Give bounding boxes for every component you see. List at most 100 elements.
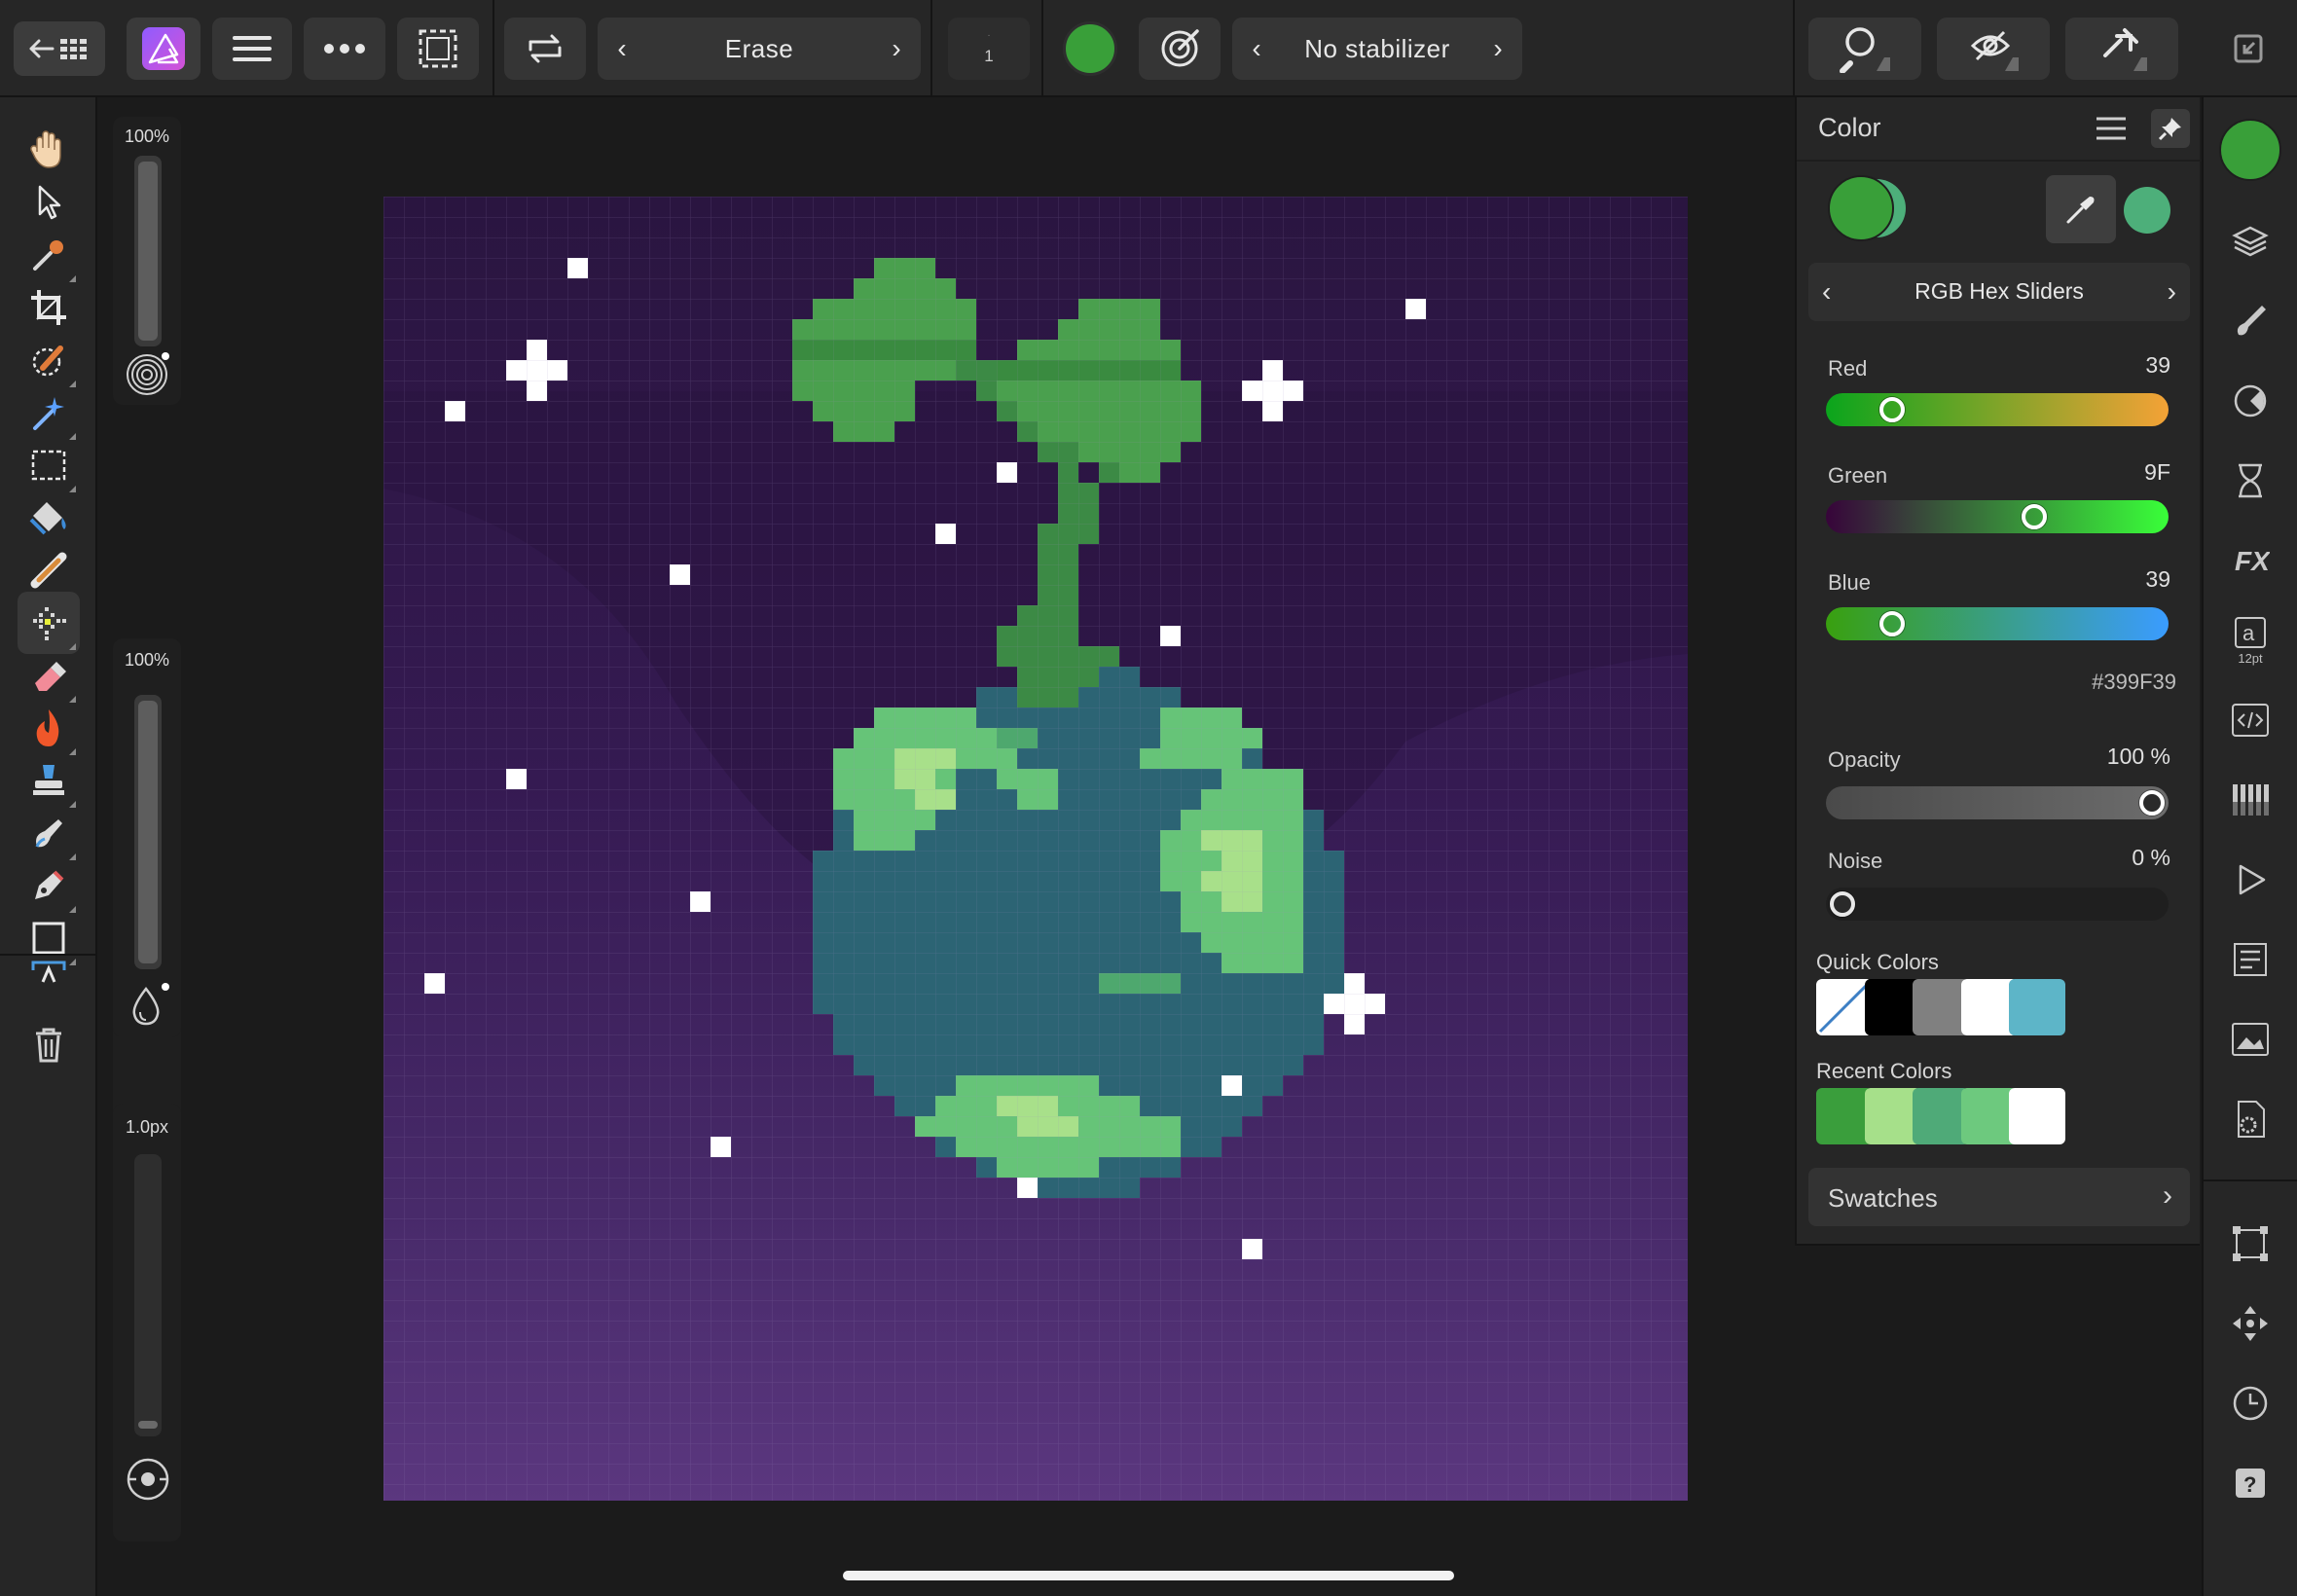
layers-studio-button[interactable]: [2219, 210, 2281, 272]
stock-studio-button[interactable]: [2219, 928, 2281, 991]
swatches-button[interactable]: Swatches ›: [1808, 1168, 2190, 1226]
blue-slider-knob[interactable]: [1878, 611, 1905, 636]
blue-slider-label: Blue: [1828, 570, 1872, 595]
color-mode-next-arrow[interactable]: ›: [2168, 276, 2176, 308]
noise-slider-knob[interactable]: [1830, 891, 1855, 917]
transform-studio-button[interactable]: [2219, 1008, 2281, 1070]
opacity-value[interactable]: 100 %: [2107, 744, 2170, 770]
color-studio-button[interactable]: [2219, 119, 2281, 181]
hamburger-icon: [233, 36, 272, 61]
green-slider-label: Green: [1828, 463, 1888, 488]
stabilizer-selector[interactable]: ‹ No stabilizer ›: [1232, 18, 1522, 80]
image-frame-icon: [2232, 1023, 2269, 1056]
layer-index-field[interactable]: · 1: [948, 18, 1030, 80]
top-toolbar: ‹ Erase › · 1 ‹ No stabilizer ›: [0, 0, 2297, 97]
green-slider[interactable]: [1826, 500, 2169, 533]
tools-divider: [0, 954, 97, 956]
collapse-panels-button[interactable]: [2219, 18, 2278, 80]
stroke-width-slider[interactable]: [134, 1154, 162, 1436]
selection-button[interactable]: [397, 18, 479, 80]
macro-studio-button[interactable]: [2219, 689, 2281, 751]
target-button[interactable]: [1139, 18, 1221, 80]
move-arrows-icon: [2233, 1306, 2268, 1341]
view-mode-button[interactable]: [1937, 18, 2050, 80]
channels-icon: [2233, 784, 2269, 816]
pin-icon: [2158, 118, 2181, 141]
pin-panel-button[interactable]: [2151, 109, 2190, 148]
brush-opacity-label: 100%: [124, 650, 170, 670]
flow-drop-icon[interactable]: [127, 983, 169, 1028]
hourglass-icon: [2239, 463, 2262, 498]
layers-icon: [2232, 226, 2269, 257]
noise-value[interactable]: 0 %: [2132, 845, 2170, 871]
red-slider[interactable]: [1826, 393, 2169, 426]
play-icon: [2239, 864, 2266, 895]
toolbar-divider: [1793, 0, 1795, 97]
tool-mode-selector[interactable]: ‹ Erase ›: [598, 18, 921, 80]
tool-mode-next-arrow[interactable]: ›: [872, 18, 921, 80]
panel-divider: [1797, 160, 2202, 162]
brushes-studio-button[interactable]: [2219, 290, 2281, 352]
opacity-slider-knob[interactable]: [2139, 790, 2165, 816]
picked-color-swatch[interactable]: [2124, 187, 2170, 234]
brush-settings-icon[interactable]: [125, 1456, 171, 1503]
stroke-width-control: 1.0px: [113, 1104, 181, 1542]
adjustments-studio-button[interactable]: [2219, 370, 2281, 432]
pixel-art-document: [383, 197, 1688, 1501]
primary-color-circle[interactable]: [1828, 175, 1894, 241]
canvas-area[interactable]: [193, 97, 1795, 1596]
green-slider-knob[interactable]: [2022, 504, 2048, 529]
transform-button[interactable]: [504, 18, 586, 80]
transform-bounds-button[interactable]: [2219, 1213, 2281, 1275]
brush-spiral-icon[interactable]: [125, 352, 169, 397]
character-icon: a: [2235, 616, 2266, 648]
document-settings-button[interactable]: [2219, 1088, 2281, 1150]
more-options-button[interactable]: [304, 18, 385, 80]
text-tool[interactable]: [18, 952, 80, 991]
adjustment-dial-icon: [2234, 384, 2267, 417]
delete-button[interactable]: [18, 1014, 80, 1076]
navigator-studio-button[interactable]: [2219, 849, 2281, 911]
eyedropper-button[interactable]: [2046, 175, 2116, 243]
bounding-box-icon: [2233, 1226, 2268, 1261]
home-indicator: [843, 1571, 1454, 1580]
green-slider-value[interactable]: 9F: [2144, 459, 2170, 486]
stabilizer-next-arrow[interactable]: ›: [1474, 18, 1522, 80]
swatches-label: Swatches: [1828, 1183, 1938, 1213]
svg-text:a: a: [2242, 621, 2255, 645]
stabilizer-prev-arrow[interactable]: ‹: [1232, 18, 1281, 80]
current-color-button[interactable]: [1063, 21, 1117, 76]
blue-slider-value[interactable]: 39: [2145, 566, 2170, 593]
eyedropper-icon: [33, 240, 63, 271]
back-to-gallery-button[interactable]: [14, 21, 105, 76]
panel-menu-icon[interactable]: [2095, 115, 2128, 142]
brush-width-value: 100%: [124, 127, 170, 146]
red-slider-value[interactable]: 39: [2145, 352, 2170, 379]
text-styles-studio-button[interactable]: a 12pt: [2219, 609, 2281, 671]
trash-icon: [36, 1028, 61, 1063]
move-nudge-button[interactable]: [2219, 1292, 2281, 1355]
history-studio-button[interactable]: [2219, 450, 2281, 512]
assistant-button[interactable]: [2065, 18, 2178, 80]
toolbar-divider: [930, 0, 932, 97]
help-button[interactable]: ?: [2219, 1452, 2281, 1514]
hex-value-field[interactable]: #399F39: [2092, 670, 2176, 695]
app-persona-button[interactable]: [127, 18, 201, 80]
pixel-art-canvas[interactable]: [383, 197, 1688, 1501]
noise-slider[interactable]: [1826, 888, 2169, 921]
quick-color-swatch[interactable]: [2009, 979, 2065, 1035]
menu-button[interactable]: [212, 18, 292, 80]
zoom-button[interactable]: [1808, 18, 1921, 80]
brush-opacity-fill: [138, 701, 158, 963]
fx-studio-button[interactable]: FX: [2219, 529, 2281, 592]
brush-width-panel: 100%: [113, 117, 181, 405]
stroke-width-handle[interactable]: [138, 1421, 158, 1429]
channels-studio-button[interactable]: [2219, 769, 2281, 831]
color-mode-selector[interactable]: ‹ RGB Hex Sliders ›: [1808, 263, 2190, 321]
time-history-button[interactable]: [2219, 1372, 2281, 1434]
tool-mode-prev-arrow[interactable]: ‹: [598, 18, 646, 80]
red-slider-knob[interactable]: [1878, 397, 1905, 422]
blue-slider[interactable]: [1826, 607, 2169, 640]
opacity-slider[interactable]: [1826, 786, 2169, 819]
recent-color-swatch[interactable]: [2009, 1088, 2065, 1144]
